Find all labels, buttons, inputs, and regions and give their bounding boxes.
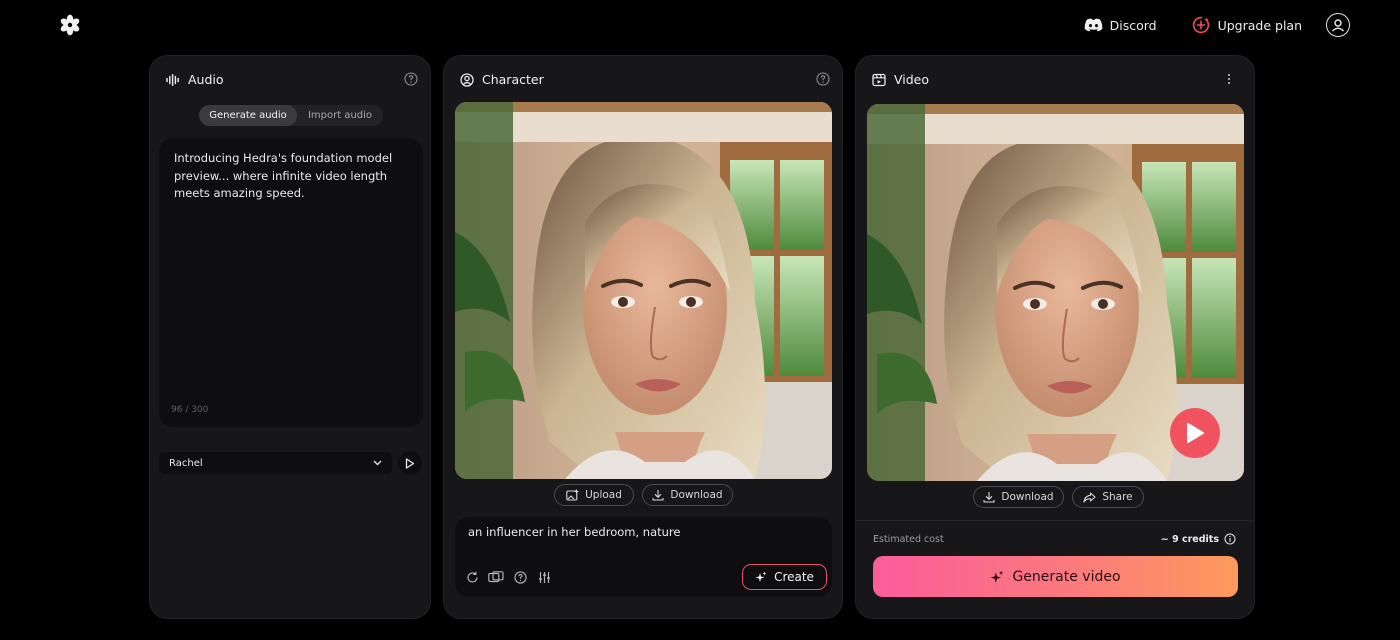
sparkle-icon: [755, 571, 767, 582]
help-icon[interactable]: [512, 569, 528, 585]
create-button[interactable]: Create: [742, 564, 827, 590]
audio-source-toggle: Generate audio Import audio: [199, 105, 383, 126]
play-video-button[interactable]: [1170, 408, 1220, 458]
sparkle-icon: [991, 570, 1004, 583]
video-title: Video: [894, 72, 930, 87]
audio-script-text: Introducing Hedra's foundation model pre…: [174, 151, 393, 200]
share-button[interactable]: Share: [1072, 486, 1144, 508]
user-circle-icon: [460, 72, 474, 87]
character-header: Character: [460, 72, 544, 87]
download-label: Download: [670, 489, 723, 501]
discord-label: Discord: [1109, 17, 1157, 33]
character-title: Character: [482, 72, 544, 87]
top-nav: Discord Upgrade plan: [1084, 10, 1350, 40]
voice-select[interactable]: Rachel: [159, 452, 392, 474]
image-upload-icon: [566, 489, 579, 501]
help-icon[interactable]: [404, 72, 418, 86]
voice-selected: Rachel: [169, 457, 203, 469]
help-icon[interactable]: [816, 72, 830, 86]
estimated-cost-value: ~ 9 credits: [1160, 533, 1219, 545]
video-header: Video: [872, 72, 929, 87]
user-icon: [1331, 19, 1345, 32]
upgrade-icon: [1192, 16, 1209, 34]
download-image-button[interactable]: Download: [642, 484, 733, 506]
play-icon: [405, 457, 415, 469]
prompt-tools: [464, 569, 552, 585]
upload-label: Upload: [585, 489, 622, 501]
estimated-cost: ~ 9 credits: [1161, 533, 1236, 545]
share-icon: [1083, 491, 1096, 503]
more-options-icon[interactable]: [1224, 72, 1234, 86]
refresh-icon[interactable]: [464, 569, 480, 585]
create-label: Create: [774, 570, 814, 584]
estimated-cost-label: Estimated cost: [873, 534, 944, 545]
tab-import-audio[interactable]: Import audio: [297, 105, 383, 126]
character-counter: 96 / 300: [171, 405, 209, 415]
character-panel: Character Upload Download an influencer …: [443, 55, 843, 619]
video-panel: Video Download Share Estimated cost ~ 9 …: [855, 55, 1255, 619]
waveform-icon: [166, 73, 179, 86]
audio-script-textarea[interactable]: Introducing Hedra's foundation model pre…: [159, 138, 423, 427]
generate-video-label: Generate video: [1012, 568, 1121, 585]
account-avatar[interactable]: [1326, 13, 1350, 37]
character-prompt-box[interactable]: an influencer in her bedroom, nature Cre…: [455, 517, 832, 597]
upload-button[interactable]: Upload: [554, 484, 634, 506]
video-icon: [872, 73, 886, 86]
discord-link[interactable]: Discord: [1084, 18, 1157, 33]
download-icon: [652, 490, 664, 501]
download-icon: [983, 492, 995, 503]
audio-title: Audio: [188, 72, 224, 87]
download-label: Download: [1001, 491, 1054, 503]
character-prompt-text: an influencer in her bedroom, nature: [468, 525, 681, 539]
audio-panel: Audio Generate audio Import audio Introd…: [149, 55, 431, 619]
divider: [856, 520, 1254, 521]
preview-voice-button[interactable]: [398, 451, 422, 475]
image-swap-icon[interactable]: [488, 569, 504, 585]
discord-icon: [1084, 18, 1102, 32]
upgrade-plan-link[interactable]: Upgrade plan: [1191, 15, 1302, 35]
audio-header: Audio: [166, 72, 224, 87]
tab-generate-audio[interactable]: Generate audio: [199, 105, 297, 126]
character-image[interactable]: [455, 102, 832, 479]
generate-video-button[interactable]: Generate video: [873, 556, 1238, 597]
chevron-down-icon: [373, 460, 382, 466]
info-icon[interactable]: [1224, 533, 1236, 545]
share-label: Share: [1102, 491, 1133, 503]
download-video-button[interactable]: Download: [973, 486, 1064, 508]
sliders-icon[interactable]: [536, 569, 552, 585]
app-logo[interactable]: [59, 14, 81, 36]
upgrade-label: Upgrade plan: [1217, 17, 1302, 33]
play-icon: [1187, 423, 1204, 443]
